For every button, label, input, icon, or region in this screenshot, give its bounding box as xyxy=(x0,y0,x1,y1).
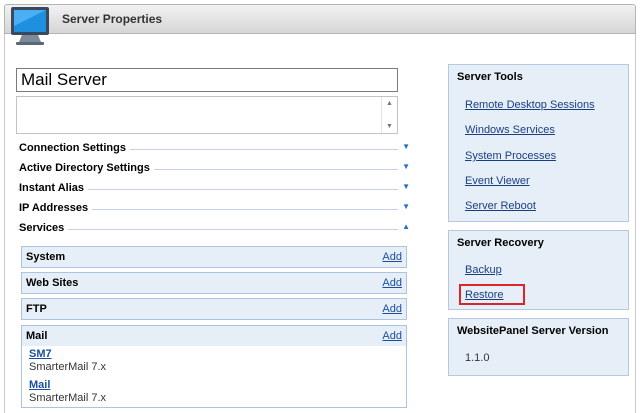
chevron-down-icon[interactable]: ▼ xyxy=(402,142,410,151)
chevron-down-icon[interactable]: ▼ xyxy=(402,162,410,171)
server-version-panel: WebsitePanel Server Version 1.1.0 xyxy=(448,318,629,376)
mail-service-provider: SmarterMail 7.x xyxy=(29,361,107,373)
server-reboot-link[interactable]: Server Reboot xyxy=(465,200,536,212)
service-group-name: FTP xyxy=(26,303,47,315)
list-item: SM7 SmarterMail 7.x xyxy=(29,348,106,373)
section-instant-alias[interactable]: Instant Alias ▼ xyxy=(18,182,412,198)
textarea-scrollbar[interactable]: ▲ ▼ xyxy=(381,97,397,133)
server-name-input[interactable] xyxy=(16,68,398,92)
backup-link[interactable]: Backup xyxy=(465,264,502,276)
panel-title: Server Recovery xyxy=(457,237,544,249)
list-item: Mail SmarterMail 7.x xyxy=(29,379,106,404)
add-service-link[interactable]: Add xyxy=(382,303,402,315)
server-comments-textarea[interactable]: ▲ ▼ xyxy=(16,96,398,134)
window-title-bar: Server Properties xyxy=(4,4,636,34)
section-ip-addresses[interactable]: IP Addresses ▼ xyxy=(18,202,412,218)
service-group-system: System Add xyxy=(21,246,407,268)
server-tools-panel: Server Tools Remote Desktop Sessions Win… xyxy=(448,64,629,222)
section-label: Instant Alias xyxy=(19,182,88,194)
add-service-link[interactable]: Add xyxy=(382,330,402,342)
scroll-down-icon[interactable]: ▼ xyxy=(386,123,393,130)
section-label: Services xyxy=(19,222,69,234)
chevron-up-icon[interactable]: ▲ xyxy=(402,222,410,231)
service-group-ftp: FTP Add xyxy=(21,298,407,320)
monitor-icon xyxy=(11,7,49,45)
section-active-directory-settings[interactable]: Active Directory Settings ▼ xyxy=(18,162,412,178)
scroll-up-icon[interactable]: ▲ xyxy=(386,100,393,107)
chevron-down-icon[interactable]: ▼ xyxy=(402,202,410,211)
service-group-name: Mail xyxy=(26,330,48,342)
section-label: Connection Settings xyxy=(19,142,130,154)
section-label: Active Directory Settings xyxy=(19,162,154,174)
section-label: IP Addresses xyxy=(19,202,93,214)
add-service-link[interactable]: Add xyxy=(382,277,402,289)
event-viewer-link[interactable]: Event Viewer xyxy=(465,175,530,187)
windows-services-link[interactable]: Windows Services xyxy=(465,124,555,136)
service-group-web-sites: Web Sites Add xyxy=(21,272,407,294)
remote-desktop-sessions-link[interactable]: Remote Desktop Sessions xyxy=(465,99,595,111)
service-group-name: Web Sites xyxy=(26,277,79,289)
window-title: Server Properties xyxy=(62,12,163,26)
mail-services-list: SM7 SmarterMail 7.x Mail SmarterMail 7.x xyxy=(21,346,407,408)
panel-title: Server Tools xyxy=(457,71,523,83)
mail-service-provider: SmarterMail 7.x xyxy=(29,392,107,404)
service-group-name: System xyxy=(26,251,66,263)
mail-service-link[interactable]: SM7 xyxy=(29,348,106,360)
service-group-mail: Mail Add xyxy=(21,325,407,347)
section-services[interactable]: Services ▲ xyxy=(18,222,412,238)
mail-service-link[interactable]: Mail xyxy=(29,379,106,391)
section-divider xyxy=(18,229,398,230)
version-value: 1.1.0 xyxy=(465,352,490,364)
chevron-down-icon[interactable]: ▼ xyxy=(402,182,410,191)
restore-highlight-box xyxy=(459,284,525,305)
panel-title: WebsitePanel Server Version xyxy=(457,325,609,337)
add-service-link[interactable]: Add xyxy=(382,251,402,263)
section-connection-settings[interactable]: Connection Settings ▼ xyxy=(18,142,412,158)
system-processes-link[interactable]: System Processes xyxy=(465,150,556,162)
